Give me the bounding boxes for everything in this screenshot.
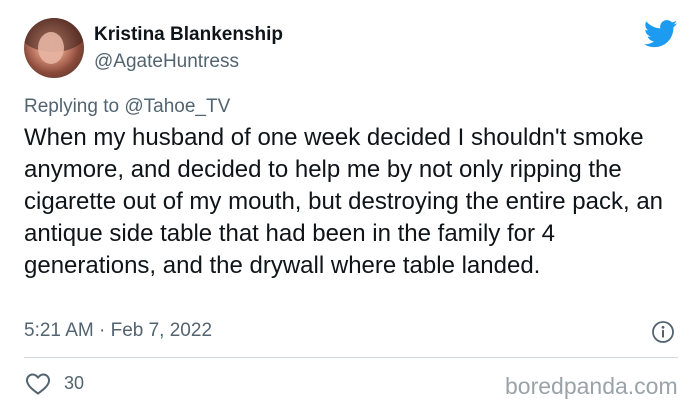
author-display-name[interactable]: Kristina Blankenship (94, 24, 283, 46)
divider (24, 357, 678, 358)
twitter-bird-icon[interactable] (644, 20, 678, 48)
heart-icon[interactable] (25, 372, 51, 396)
replying-to-line: Replying to @Tahoe_TV (24, 96, 230, 118)
replying-to-handle[interactable]: @Tahoe_TV (124, 96, 230, 117)
tweet-text: When my husband of one week decided I sh… (24, 124, 664, 279)
author-handle[interactable]: @AgateHuntress (94, 51, 239, 73)
boredpanda-watermark: boredpanda.com (505, 373, 678, 399)
like-count: 30 (64, 373, 85, 393)
avatar-face (38, 32, 64, 64)
avatar[interactable] (24, 18, 84, 78)
tweet-timestamp[interactable]: 5:21 AM · Feb 7, 2022 (24, 320, 212, 342)
replying-to-prefix: Replying to (24, 96, 120, 117)
info-icon[interactable] (651, 320, 675, 344)
